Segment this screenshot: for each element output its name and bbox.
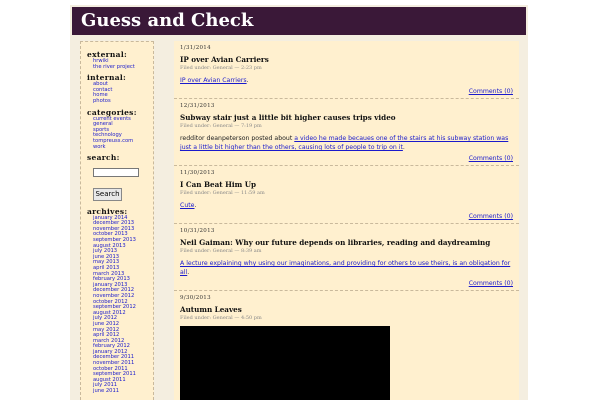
external-link[interactable]: the river project: [93, 64, 135, 70]
post-meta: Filed under: General — 11:59 am: [180, 190, 265, 196]
video-embed[interactable]: [180, 326, 390, 400]
post-body: Cute.: [180, 201, 513, 210]
post-meta: Filed under: General — 7:19 pm: [180, 123, 262, 129]
post-meta: Filed under: General — 2:23 pm: [180, 65, 262, 71]
post: 11/30/2013 I Can Beat Him Up Filed under…: [174, 165, 519, 221]
internal-list: about contact home photos: [87, 81, 153, 104]
post-date: 1/31/2014: [180, 45, 211, 51]
post-text: redditor deanpeterson posted about: [180, 135, 295, 142]
post-meta: Filed under: General — 8:39 am: [180, 248, 262, 254]
search-button[interactable]: Search: [93, 187, 122, 201]
post-title[interactable]: IP over Avian Carriers: [180, 55, 513, 65]
sidebar: external: hrwiki the river project inter…: [80, 41, 154, 400]
post-title[interactable]: Autumn Leaves: [180, 305, 513, 315]
post-link[interactable]: Cute: [180, 202, 194, 209]
post-date: 12/31/2013: [180, 103, 215, 109]
post-text: .: [194, 202, 197, 209]
internal-link[interactable]: photos: [93, 98, 111, 104]
archives-list: january 2014 december 2013 november 2013 oc…: [87, 215, 153, 395]
post-body: A lecture explaining why using our imagi…: [180, 259, 513, 277]
post-text: .: [246, 77, 249, 84]
post: 10/31/2013 Neil Gaiman: Why our future d…: [174, 223, 519, 288]
comments-link[interactable]: Comments (0): [469, 88, 513, 95]
post-link[interactable]: IP over Avian Carriers: [180, 77, 247, 84]
post: 1/31/2014 IP over Avian Carriers Filed u…: [174, 45, 519, 96]
site-title[interactable]: Guess and Check: [72, 7, 526, 32]
search-heading: search:: [87, 153, 120, 163]
post-meta: Filed under: General — 4:50 pm: [180, 315, 262, 321]
comments-link[interactable]: Comments (0): [469, 280, 513, 287]
post-body: IP over Avian Carriers.: [180, 76, 513, 85]
post-title[interactable]: Subway stair just a little bit higher ca…: [180, 113, 513, 123]
post-text: .: [187, 269, 190, 276]
category-link[interactable]: work: [93, 144, 106, 150]
post-title[interactable]: Neil Gaiman: Why our future depends on l…: [180, 238, 513, 248]
post-date: 10/31/2013: [180, 228, 215, 234]
post: 12/31/2013 Subway stair just a little bi…: [174, 98, 519, 163]
search-input[interactable]: [93, 168, 139, 178]
comments-link[interactable]: Comments (0): [469, 213, 513, 220]
archive-link[interactable]: june 2011: [93, 388, 119, 394]
post-date: 11/30/2013: [180, 170, 215, 176]
post: 9/30/2013 Autumn Leaves Filed under: Gen…: [174, 290, 519, 400]
post-body: redditor deanpeterson posted about a vid…: [180, 134, 513, 152]
external-list: hrwiki the river project: [87, 58, 153, 70]
comments-link[interactable]: Comments (0): [469, 155, 513, 162]
post-link[interactable]: A lecture explaining why using our imagi…: [180, 260, 510, 276]
post-text: .: [402, 144, 405, 151]
site-header: Guess and Check: [72, 7, 526, 35]
post-title[interactable]: I Can Beat Him Up: [180, 180, 513, 190]
post-date: 9/30/2013: [180, 295, 211, 301]
main-content: 1/31/2014 IP over Avian Carriers Filed u…: [174, 41, 519, 400]
categories-list: current events general sports technology…: [87, 116, 153, 151]
